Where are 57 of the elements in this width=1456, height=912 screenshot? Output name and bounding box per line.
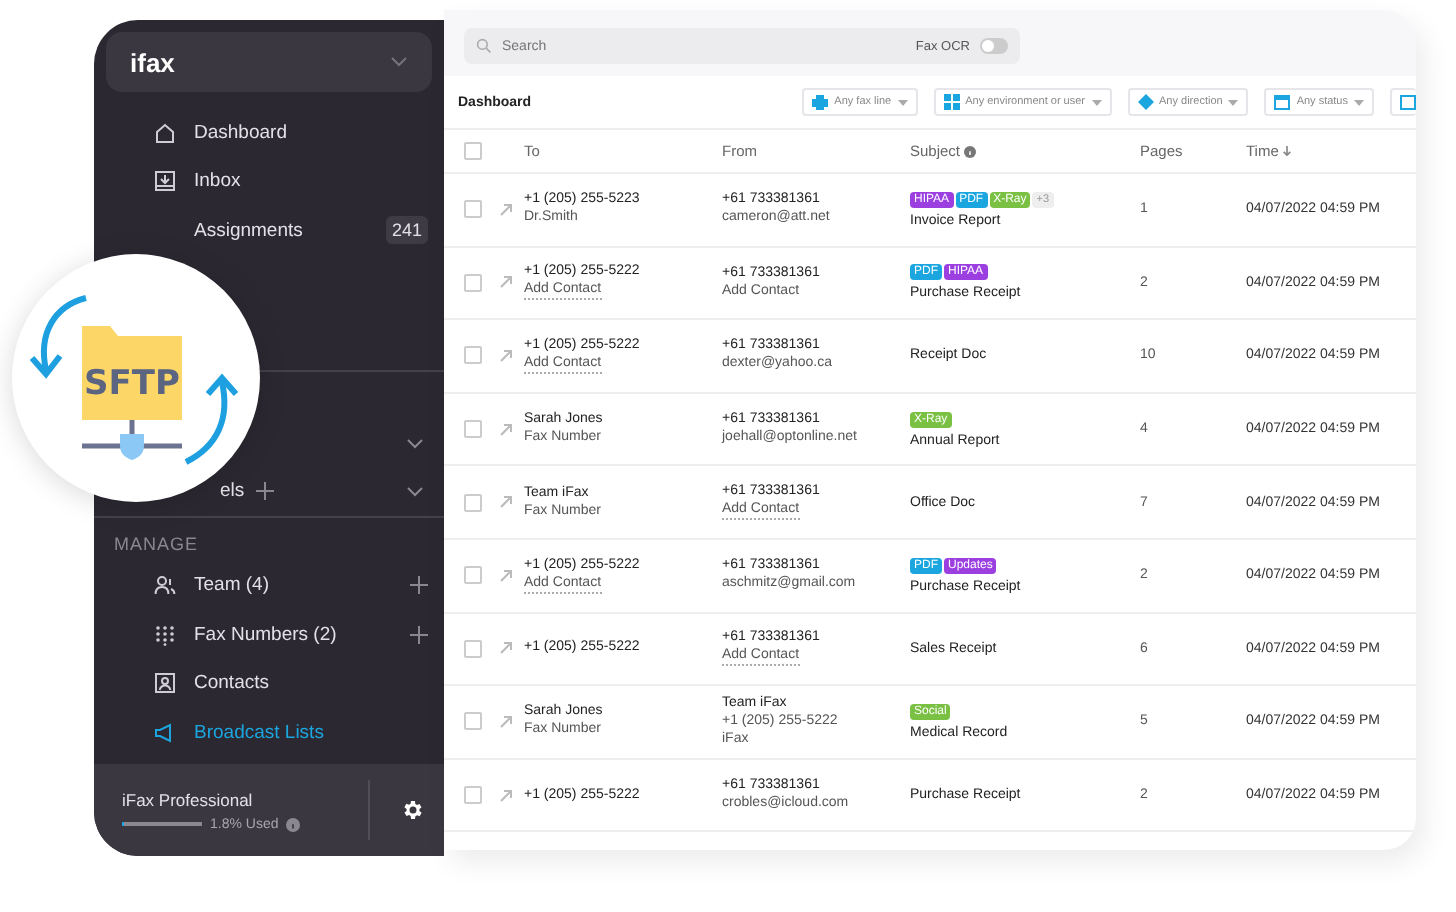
plus-icon[interactable]: [410, 625, 428, 644]
nav-item[interactable]: Fax Numbers (2): [154, 618, 428, 651]
row-checkbox[interactable]: [464, 200, 482, 219]
plus-icon[interactable]: [256, 482, 275, 500]
plus-icon[interactable]: [410, 576, 428, 595]
nav-item[interactable]: Inbox: [154, 165, 428, 198]
group-label[interactable]: els: [220, 480, 245, 502]
search-icon: [476, 38, 492, 54]
nav-item[interactable]: Dashboard: [154, 116, 428, 149]
row-checkbox[interactable]: [464, 420, 482, 439]
info-icon: [286, 817, 301, 831]
contact-card-icon: [154, 672, 176, 695]
chevron-down-icon[interactable]: [406, 437, 424, 449]
caret-icon: [1354, 99, 1364, 105]
count-badge: 241: [385, 216, 428, 245]
settings-icon[interactable]: [400, 798, 424, 822]
row-checkbox[interactable]: [464, 493, 482, 512]
chevron-down-icon: [390, 56, 408, 68]
ocr-toggle[interactable]: [980, 38, 1008, 54]
outgoing-arrow-icon: [500, 349, 512, 362]
chevron-down-icon[interactable]: [406, 485, 424, 497]
filter-dropdown[interactable]: [1390, 88, 1416, 116]
nav-item[interactable]: Broadcast Lists: [154, 716, 428, 749]
row-checkbox[interactable]: [464, 346, 482, 365]
plan-name: iFax Professional: [122, 789, 255, 809]
team-icon: [154, 574, 176, 597]
caret-icon: [1091, 99, 1102, 105]
sort-arrow-icon[interactable]: [1282, 146, 1293, 156]
caret-icon: [1228, 99, 1239, 105]
nav-item[interactable]: Assignments 241: [154, 214, 428, 247]
nav-item[interactable]: Team (4): [154, 569, 428, 602]
section-heading: MANAGE: [112, 531, 201, 557]
row-checkbox[interactable]: [464, 639, 482, 658]
outgoing-arrow-icon: [500, 715, 512, 728]
outgoing-arrow-icon: [500, 496, 512, 509]
row-checkbox[interactable]: [464, 786, 482, 805]
outgoing-arrow-icon: [500, 569, 512, 582]
caret-icon: [897, 99, 908, 105]
outgoing-arrow-icon: [500, 642, 512, 655]
inbox-icon: [154, 170, 176, 193]
info-icon: [964, 145, 977, 157]
outgoing-arrow-icon: [500, 423, 512, 436]
grid-icon: [943, 94, 960, 110]
outgoing-arrow-icon: [500, 203, 512, 216]
logo: ifax: [130, 47, 177, 77]
outgoing-arrow-icon: [500, 276, 512, 289]
home-icon: [154, 121, 176, 144]
megaphone-icon: [154, 721, 176, 744]
row-checkbox[interactable]: [464, 712, 482, 731]
select-all-checkbox[interactable]: [464, 142, 482, 160]
row-checkbox[interactable]: [464, 566, 482, 585]
outgoing-arrow-icon: [500, 789, 512, 802]
sftp-transfer-drawing: SFTP: [26, 278, 246, 478]
nav-item[interactable]: Contacts: [154, 667, 428, 700]
row-checkbox[interactable]: [464, 273, 482, 292]
keypad-icon: [154, 623, 176, 646]
workspace-switcher[interactable]: ifax: [106, 32, 432, 92]
